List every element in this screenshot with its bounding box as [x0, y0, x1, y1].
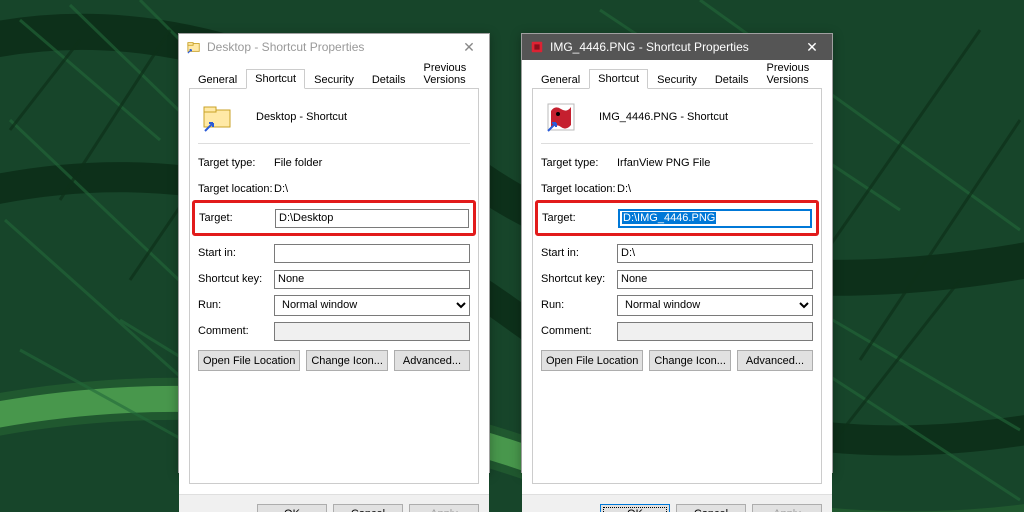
item-name: Desktop - Shortcut: [256, 111, 347, 123]
irfanview-png-icon: [545, 101, 577, 133]
open-file-location-button[interactable]: Open File Location: [541, 350, 643, 371]
tab-security[interactable]: Security: [648, 70, 706, 89]
tab-security[interactable]: Security: [305, 70, 363, 89]
window-body: General Shortcut Security Details Previo…: [179, 60, 489, 494]
tab-general[interactable]: General: [189, 70, 246, 89]
ok-button[interactable]: OK: [600, 504, 670, 512]
start-in-input[interactable]: [617, 244, 813, 263]
properties-window-img: IMG_4446.PNG - Shortcut Properties ✕ Gen…: [521, 33, 833, 473]
tab-strip: General Shortcut Security Details Previo…: [532, 66, 822, 89]
close-icon[interactable]: ✕: [449, 34, 489, 60]
label-target-location: Target location:: [198, 183, 274, 195]
window-title: Desktop - Shortcut Properties: [207, 40, 449, 54]
target-highlight: Target:: [192, 200, 476, 236]
tab-shortcut[interactable]: Shortcut: [589, 69, 648, 89]
cancel-button[interactable]: Cancel: [676, 504, 746, 512]
label-target: Target:: [199, 212, 275, 224]
irfanview-icon: [530, 40, 544, 54]
value-target-location: D:\: [617, 183, 631, 195]
desktop: Desktop - Shortcut Properties ✕ General …: [0, 0, 1024, 512]
label-run: Run:: [541, 299, 617, 311]
open-file-location-button[interactable]: Open File Location: [198, 350, 300, 371]
label-start-in: Start in:: [198, 247, 274, 259]
label-run: Run:: [198, 299, 274, 311]
wallpaper-leaf: [0, 0, 1024, 512]
item-name: IMG_4446.PNG - Shortcut: [599, 111, 728, 123]
label-comment: Comment:: [541, 325, 617, 337]
properties-window-desktop: Desktop - Shortcut Properties ✕ General …: [178, 33, 490, 473]
tab-details[interactable]: Details: [363, 70, 415, 89]
titlebar[interactable]: IMG_4446.PNG - Shortcut Properties ✕: [522, 34, 832, 60]
shortcut-key-input[interactable]: [617, 270, 813, 289]
target-highlight: Target: D:\IMG_4446.PNG: [535, 200, 819, 236]
label-target: Target:: [542, 212, 618, 224]
label-target-location: Target location:: [541, 183, 617, 195]
apply-button[interactable]: Apply: [752, 504, 822, 512]
dialog-footer: OK Cancel Apply: [522, 494, 832, 512]
tab-general[interactable]: General: [532, 70, 589, 89]
target-input-text: D:\IMG_4446.PNG: [622, 212, 716, 224]
window-body: General Shortcut Security Details Previo…: [522, 60, 832, 494]
label-start-in: Start in:: [541, 247, 617, 259]
label-shortcut-key: Shortcut key:: [198, 273, 274, 285]
folder-shortcut-icon: [187, 40, 201, 54]
label-target-type: Target type:: [198, 157, 274, 169]
cancel-button[interactable]: Cancel: [333, 504, 403, 512]
value-target-type: File folder: [274, 157, 322, 169]
label-comment: Comment:: [198, 325, 274, 337]
shortcut-panel: IMG_4446.PNG - Shortcut Target type:Irfa…: [532, 89, 822, 484]
change-icon-button[interactable]: Change Icon...: [306, 350, 388, 371]
shortcut-panel: Desktop - Shortcut Target type:File fold…: [189, 89, 479, 484]
comment-input[interactable]: [617, 322, 813, 341]
tab-details[interactable]: Details: [706, 70, 758, 89]
tab-previous-versions[interactable]: Previous Versions: [414, 58, 479, 89]
close-icon[interactable]: ✕: [792, 34, 832, 60]
ok-button[interactable]: OK: [257, 504, 327, 512]
value-target-location: D:\: [274, 183, 288, 195]
window-title: IMG_4446.PNG - Shortcut Properties: [550, 40, 792, 54]
titlebar[interactable]: Desktop - Shortcut Properties ✕: [179, 34, 489, 60]
target-input[interactable]: D:\IMG_4446.PNG: [618, 209, 812, 228]
label-shortcut-key: Shortcut key:: [541, 273, 617, 285]
value-target-type: IrfanView PNG File: [617, 157, 710, 169]
shortcut-key-input[interactable]: [274, 270, 470, 289]
dialog-footer: OK Cancel Apply: [179, 494, 489, 512]
label-target-type: Target type:: [541, 157, 617, 169]
target-input[interactable]: [275, 209, 469, 228]
folder-icon: [202, 101, 234, 133]
run-select[interactable]: Normal window: [617, 295, 813, 316]
advanced-button[interactable]: Advanced...: [737, 350, 813, 371]
start-in-input[interactable]: [274, 244, 470, 263]
run-select[interactable]: Normal window: [274, 295, 470, 316]
advanced-button[interactable]: Advanced...: [394, 350, 470, 371]
tab-shortcut[interactable]: Shortcut: [246, 69, 305, 89]
tab-strip: General Shortcut Security Details Previo…: [189, 66, 479, 89]
comment-input[interactable]: [274, 322, 470, 341]
change-icon-button[interactable]: Change Icon...: [649, 350, 731, 371]
apply-button[interactable]: Apply: [409, 504, 479, 512]
tab-previous-versions[interactable]: Previous Versions: [757, 58, 822, 89]
